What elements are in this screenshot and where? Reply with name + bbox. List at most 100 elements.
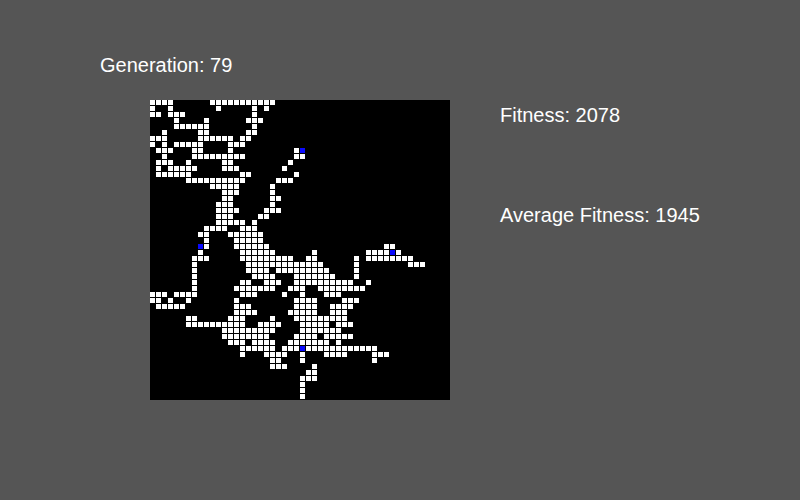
grid-cell	[390, 154, 395, 159]
grid-cell	[444, 112, 449, 117]
grid-cell	[330, 100, 335, 105]
grid-cell	[276, 166, 281, 171]
grid-cell	[318, 232, 323, 237]
grid-cell	[210, 250, 215, 255]
grid-cell	[378, 298, 383, 303]
grid-cell	[354, 220, 359, 225]
grid-cell	[408, 322, 413, 327]
grid-cell	[408, 280, 413, 285]
grid-cell	[162, 100, 167, 105]
grid-cell	[168, 106, 173, 111]
grid-cell	[150, 280, 155, 285]
grid-cell	[180, 238, 185, 243]
grid-cell	[276, 238, 281, 243]
grid-cell	[414, 292, 419, 297]
grid-cell	[258, 322, 263, 327]
grid-cell	[360, 196, 365, 201]
grid-cell	[186, 322, 191, 327]
grid-cell	[174, 316, 179, 321]
grid-cell	[354, 268, 359, 273]
grid-cell	[396, 328, 401, 333]
grid-cell	[204, 112, 209, 117]
grid-cell	[240, 178, 245, 183]
grid-cell	[336, 220, 341, 225]
grid-cell	[186, 274, 191, 279]
grid-cell	[318, 286, 323, 291]
grid-cell	[432, 100, 437, 105]
grid-cell	[192, 190, 197, 195]
grid-cell	[348, 286, 353, 291]
grid-cell	[180, 328, 185, 333]
grid-cell	[192, 202, 197, 207]
grid-cell	[192, 286, 197, 291]
grid-cell	[426, 118, 431, 123]
grid-cell	[150, 250, 155, 255]
grid-cell	[204, 310, 209, 315]
grid-cell	[420, 118, 425, 123]
grid-cell	[174, 280, 179, 285]
grid-cell	[396, 292, 401, 297]
grid-cell	[300, 106, 305, 111]
grid-cell	[444, 268, 449, 273]
grid-cell	[228, 118, 233, 123]
grid-cell	[330, 220, 335, 225]
grid-cell	[186, 256, 191, 261]
grid-cell	[402, 184, 407, 189]
grid-cell	[300, 256, 305, 261]
grid-cell	[348, 202, 353, 207]
grid-cell	[294, 130, 299, 135]
grid-cell	[420, 334, 425, 339]
grid-cell	[402, 334, 407, 339]
grid-cell	[210, 328, 215, 333]
grid-cell	[216, 280, 221, 285]
grid-cell	[246, 208, 251, 213]
grid-cell	[300, 226, 305, 231]
grid-cell	[348, 262, 353, 267]
grid-cell	[264, 304, 269, 309]
grid-cell	[390, 304, 395, 309]
grid-cell	[186, 202, 191, 207]
grid-cell	[258, 232, 263, 237]
grid-cell	[336, 298, 341, 303]
grid-cell	[234, 130, 239, 135]
grid-cell	[408, 118, 413, 123]
grid-cell	[228, 142, 233, 147]
grid-cell	[252, 148, 257, 153]
grid-cell	[384, 178, 389, 183]
grid-cell	[168, 316, 173, 321]
grid-cell	[222, 310, 227, 315]
grid-cell	[216, 202, 221, 207]
grid-cell	[426, 286, 431, 291]
grid-cell	[228, 130, 233, 135]
grid-cell	[246, 142, 251, 147]
grid-cell	[402, 148, 407, 153]
grid-cell	[342, 196, 347, 201]
grid-cell	[300, 100, 305, 105]
grid-cell	[252, 118, 257, 123]
grid-cell	[198, 196, 203, 201]
grid-cell	[186, 136, 191, 141]
grid-cell	[216, 268, 221, 273]
grid-cell	[186, 124, 191, 129]
grid-cell	[288, 268, 293, 273]
grid-cell	[438, 292, 443, 297]
grid-cell	[408, 226, 413, 231]
grid-cell	[156, 316, 161, 321]
grid-cell	[270, 142, 275, 147]
grid-cell	[414, 280, 419, 285]
grid-cell	[192, 310, 197, 315]
grid-cell	[198, 274, 203, 279]
grid-cell	[360, 136, 365, 141]
grid-cell	[192, 250, 197, 255]
grid-cell	[156, 328, 161, 333]
grid-cell	[222, 106, 227, 111]
grid-cell	[282, 328, 287, 333]
grid-cell	[252, 280, 257, 285]
grid-cell	[150, 262, 155, 267]
grid-cell	[234, 220, 239, 225]
grid-cell	[366, 220, 371, 225]
grid-cell	[174, 328, 179, 333]
grid-cell	[282, 184, 287, 189]
grid-cell	[198, 280, 203, 285]
grid-cell	[342, 244, 347, 249]
